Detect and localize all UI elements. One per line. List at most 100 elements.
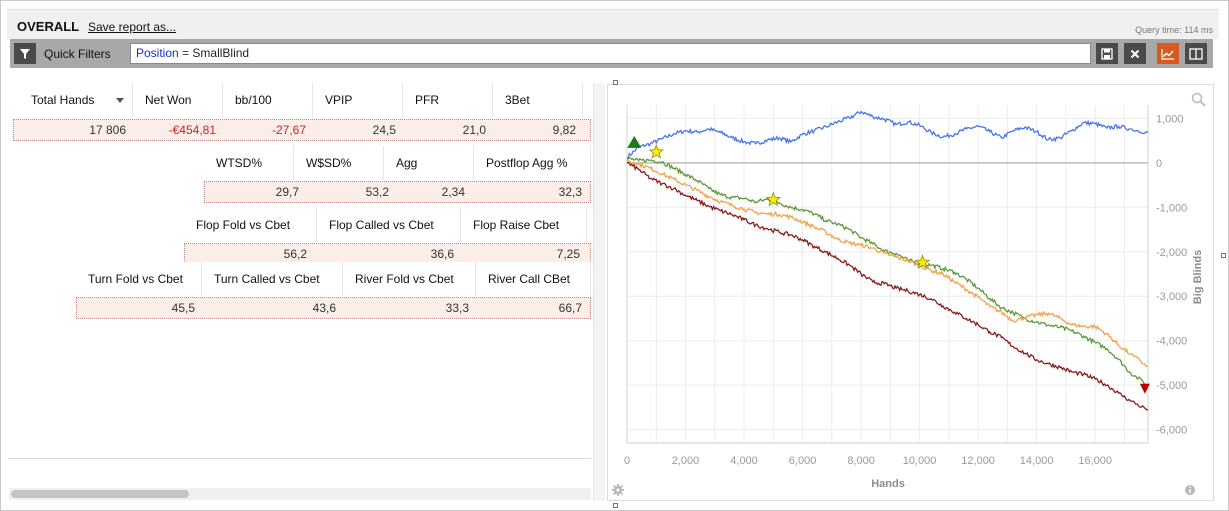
- y-tick-label: -4,000: [1156, 336, 1187, 348]
- col-vpip[interactable]: VPIP: [313, 83, 403, 117]
- stats-value-row-1: 17 806 -€454,81 -27,67 24,5 21,0 9,82: [13, 119, 591, 141]
- horizontal-scrollbar[interactable]: [9, 488, 591, 500]
- x-tick-label: 6,000: [789, 455, 817, 467]
- quick-filters-label: Quick Filters: [44, 47, 111, 61]
- y-tick-label: -2,000: [1156, 247, 1187, 259]
- filter-key: Position: [136, 46, 179, 60]
- y-tick-label: -1,000: [1156, 202, 1187, 214]
- col-river-fold-vs-cbet[interactable]: River Fold vs Cbet: [343, 262, 476, 296]
- filter-value: SmallBlind: [192, 46, 250, 60]
- value-pfr: 21,0: [462, 123, 486, 137]
- close-icon: [1130, 49, 1140, 58]
- x-tick-label: 16,000: [1078, 455, 1112, 467]
- value-turn-fold-vs-cbet: 45,5: [171, 301, 195, 315]
- x-tick-label: 8,000: [847, 455, 875, 467]
- chart-axes: 0 2,000 4,000 6,000 8,000 10,000 12,000 14,000 1…: [624, 105, 1187, 467]
- stats-value-row-4: 45,5 43,6 33,3 66,7: [76, 297, 591, 319]
- x-tick-label: 4,000: [730, 455, 758, 467]
- col-flop-fold-vs-cbet[interactable]: Flop Fold vs Cbet: [184, 208, 317, 242]
- value-wsd: 53,2: [365, 185, 389, 199]
- resize-handle-right[interactable]: [1221, 253, 1226, 258]
- sort-desc-icon[interactable]: [116, 98, 124, 103]
- value-wtsd: 29,7: [275, 185, 299, 199]
- col-bb100[interactable]: bb/100: [223, 83, 313, 117]
- stats-header-row-2: WTSD% W$SD% Agg Postflop Agg %: [204, 146, 591, 180]
- value-net-won: -€454,81: [168, 123, 216, 137]
- scrollbar-thumb[interactable]: [11, 490, 189, 498]
- y-tick-label: -3,000: [1156, 291, 1187, 303]
- stats-header-row-4: Turn Fold vs Cbet Turn Called vs Cbet Ri…: [76, 262, 591, 296]
- x-tick-label: 14,000: [1020, 455, 1054, 467]
- series-line-3: [626, 159, 1149, 368]
- winnings-chart: 0 2,000 4,000 6,000 8,000 10,000 12,000 14,000 1…: [612, 92, 1206, 496]
- stats-header-row-3: Flop Fold vs Cbet Flop Called vs Cbet Fl…: [184, 208, 591, 242]
- report-header: OVERALL Save report as... Query time: 11…: [7, 9, 1219, 39]
- y-tick-label: 0: [1156, 158, 1162, 170]
- col-pfr[interactable]: PFR: [403, 83, 493, 117]
- value-river-call-cbet: 66,7: [558, 301, 582, 315]
- clear-filter-button[interactable]: [1124, 43, 1146, 64]
- chart-grid: [626, 105, 1148, 443]
- col-total-hands[interactable]: Total Hands: [19, 83, 133, 117]
- col-river-call-cbet[interactable]: River Call CBet: [476, 262, 591, 296]
- settings-gear-icon[interactable]: [612, 484, 624, 496]
- x-tick-label: 12,000: [961, 455, 995, 467]
- resize-handle-top[interactable]: [613, 80, 618, 85]
- y-tick-label: -5,000: [1156, 380, 1187, 392]
- y-tick-label: 1,000: [1156, 113, 1184, 125]
- col-agg[interactable]: Agg: [384, 146, 474, 180]
- filter-icon[interactable]: [14, 43, 36, 64]
- value-postflop-agg: 32,3: [558, 185, 582, 199]
- stats-header-row-1: Total Hands Net Won bb/100 VPIP PFR 3Bet: [13, 83, 591, 117]
- floppy-icon: [1101, 47, 1113, 60]
- x-axis-label: Hands: [871, 478, 905, 490]
- chart-markers: [627, 135, 1150, 394]
- col-wsd[interactable]: W$SD%: [294, 146, 384, 180]
- value-3bet: 9,82: [552, 123, 576, 137]
- x-tick-label: 0: [624, 455, 630, 467]
- resize-handle-bottom[interactable]: [613, 503, 618, 508]
- zoom-icon[interactable]: [1191, 92, 1206, 107]
- filter-operator: =: [178, 46, 193, 60]
- series-line-4: [626, 161, 1149, 411]
- report-title: OVERALL: [17, 19, 80, 34]
- col-net-won[interactable]: Net Won: [133, 83, 223, 117]
- col-postflop-agg[interactable]: Postflop Agg %: [474, 146, 591, 180]
- y-tick-label: -6,000: [1156, 425, 1187, 437]
- quick-filter-bar: Quick Filters Position = SmallBlind: [10, 39, 1213, 68]
- chart-series: [626, 110, 1149, 411]
- toggle-graph-button[interactable]: [1157, 43, 1179, 64]
- split-view-icon: [1189, 47, 1203, 60]
- x-tick-label: 10,000: [903, 455, 937, 467]
- splitter[interactable]: [593, 83, 605, 501]
- value-flop-raise-cbet: 7,25: [556, 247, 580, 261]
- start-triangle-marker[interactable]: [627, 135, 642, 148]
- line-chart-icon: [1161, 48, 1174, 60]
- value-flop-called-vs-cbet: 36,6: [430, 247, 454, 261]
- col-turn-fold-vs-cbet[interactable]: Turn Fold vs Cbet: [76, 262, 202, 296]
- value-river-fold-vs-cbet: 33,3: [445, 301, 469, 315]
- value-flop-fold-vs-cbet: 56,2: [283, 247, 307, 261]
- col-flop-raise-cbet[interactable]: Flop Raise Cbet: [461, 208, 587, 242]
- col-flop-called-vs-cbet[interactable]: Flop Called vs Cbet: [317, 208, 461, 242]
- col-wtsd[interactable]: WTSD%: [204, 146, 294, 180]
- x-tick-label: 2,000: [672, 455, 700, 467]
- value-vpip: 24,5: [372, 123, 396, 137]
- toggle-layout-button[interactable]: [1185, 43, 1207, 64]
- y-axis-label: Big Blinds: [1192, 250, 1204, 304]
- value-turn-called-vs-cbet: 43,6: [312, 301, 336, 315]
- filter-expression-input[interactable]: Position = SmallBlind: [130, 43, 1091, 64]
- save-filter-button[interactable]: [1096, 43, 1118, 64]
- info-icon[interactable]: [1185, 485, 1195, 495]
- col-3bet[interactable]: 3Bet: [493, 83, 583, 117]
- value-bb100: -27,67: [271, 123, 306, 137]
- save-report-link[interactable]: Save report as...: [88, 20, 176, 34]
- chart-panel: 0 2,000 4,000 6,000 8,000 10,000 12,000 14,000 1…: [607, 84, 1214, 501]
- value-total-hands: 17 806: [89, 123, 126, 137]
- stats-value-row-2: 29,7 53,2 2,34 32,3: [204, 181, 591, 203]
- query-time-label: Query time: 114 ms: [1135, 25, 1213, 35]
- col-turn-called-vs-cbet[interactable]: Turn Called vs Cbet: [202, 262, 343, 296]
- series-line-2: [626, 156, 1149, 386]
- value-agg: 2,34: [441, 185, 465, 199]
- panel-divider: [8, 458, 591, 459]
